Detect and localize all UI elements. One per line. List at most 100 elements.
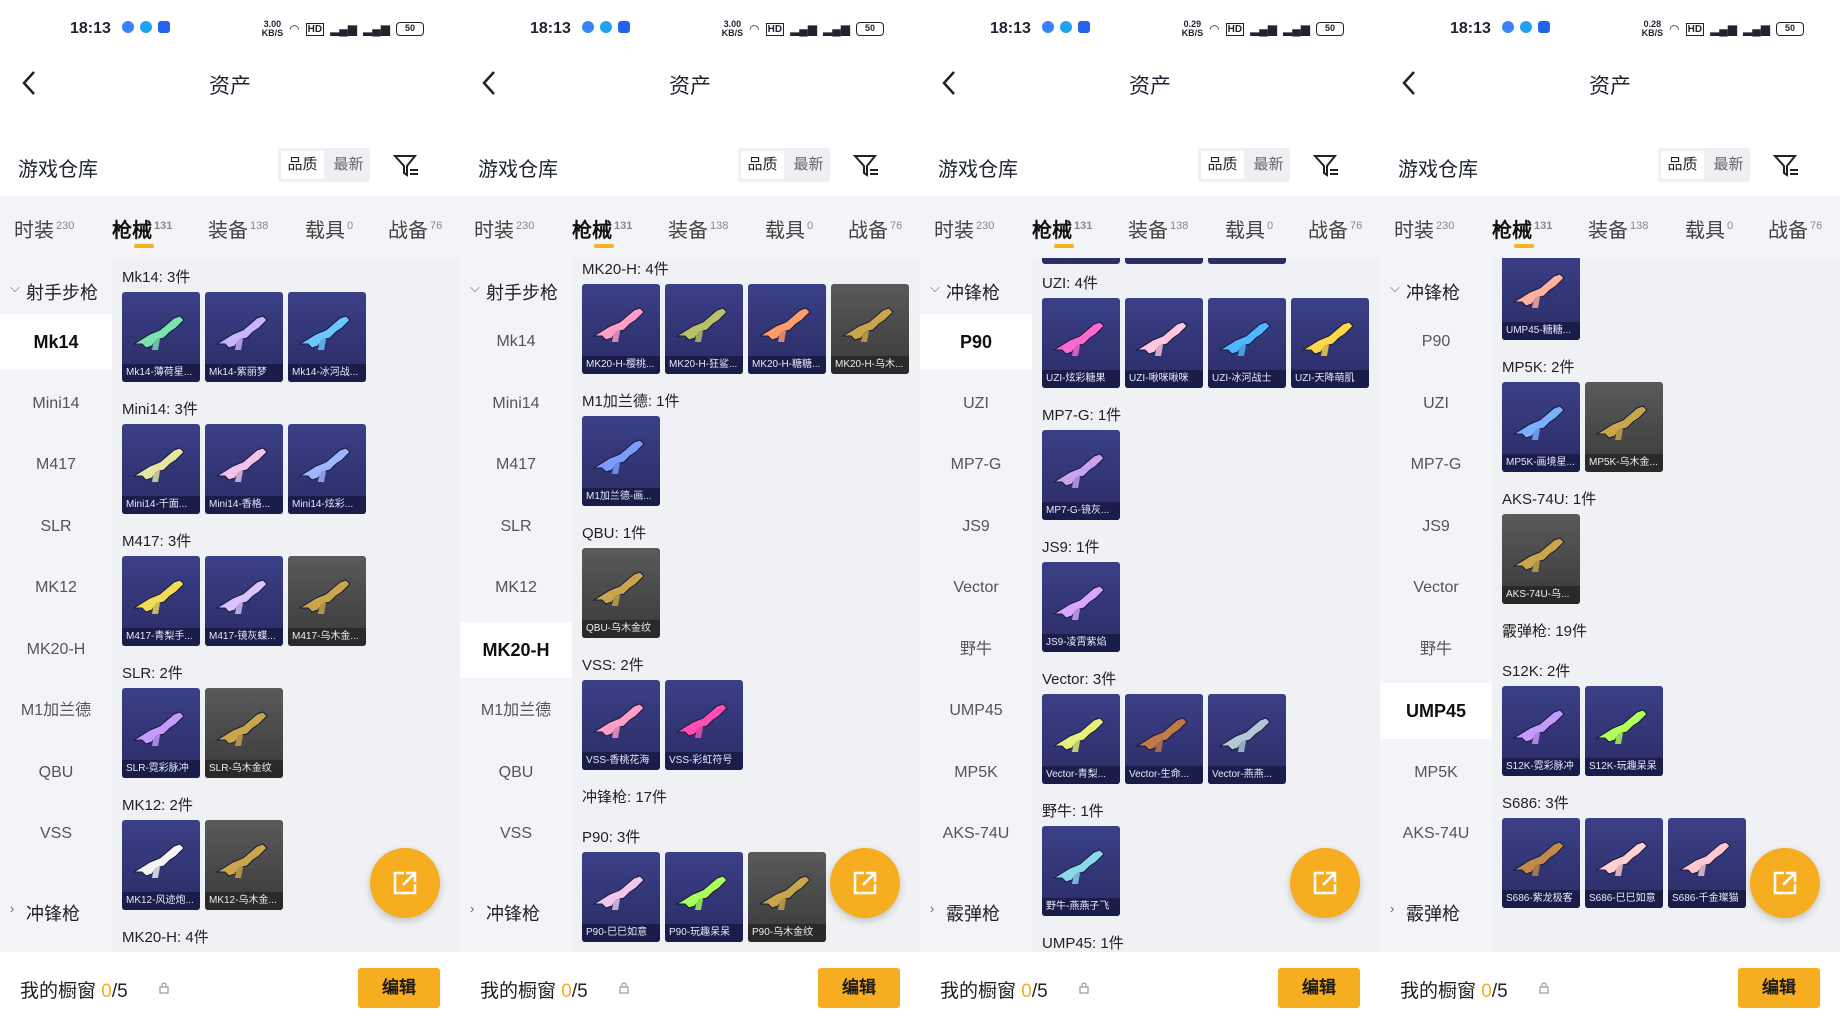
sidebar-item[interactable]: M417 <box>0 437 112 493</box>
sidebar-item[interactable]: Vector <box>920 560 1032 616</box>
weapon-card-partial[interactable] <box>1125 258 1203 264</box>
share-button[interactable] <box>830 848 900 918</box>
tab-1[interactable]: 枪械 131 <box>572 214 632 248</box>
weapon-skin-card[interactable]: UZI-天降萌肌 <box>1291 298 1369 388</box>
tab-4[interactable]: 战备 76 <box>1308 214 1362 243</box>
sidebar-item[interactable]: SLR <box>460 499 572 555</box>
edit-button[interactable]: 编辑 <box>818 968 900 1008</box>
weapon-skin-card[interactable]: P90-玩趣呆呆 <box>665 852 743 942</box>
sidebar-group-collapsed[interactable]: › 冲锋枪 <box>0 889 112 933</box>
sidebar-item[interactable]: JS9 <box>1380 499 1492 555</box>
tab-2[interactable]: 装备 138 <box>1128 214 1188 243</box>
share-button[interactable] <box>370 848 440 918</box>
sidebar-item[interactable]: Mini14 <box>0 376 112 432</box>
sidebar-item[interactable]: MP5K <box>920 745 1032 801</box>
tab-0[interactable]: 时装 230 <box>1394 214 1454 243</box>
sidebar-item[interactable]: UZI <box>920 376 1032 432</box>
sidebar-group-collapsed[interactable]: › 霰弹枪 <box>1380 889 1492 933</box>
sidebar-item[interactable]: M417 <box>460 437 572 493</box>
sidebar-item[interactable]: JS9 <box>920 499 1032 555</box>
weapon-skin-card[interactable]: M417-乌木金... <box>288 556 366 646</box>
sidebar-item[interactable]: Vector <box>1380 560 1492 616</box>
sidebar-item[interactable]: MK20-H <box>460 621 572 678</box>
sort-newest-button[interactable]: 最新 <box>1707 148 1750 182</box>
weapon-skin-card[interactable]: MP5K-画境星... <box>1502 382 1580 472</box>
sidebar-item[interactable]: AKS-74U <box>920 806 1032 862</box>
sidebar-item[interactable]: M1加兰德 <box>460 683 572 739</box>
share-button[interactable] <box>1750 848 1820 918</box>
tab-2[interactable]: 装备 138 <box>208 214 268 243</box>
sidebar-item[interactable]: P90 <box>920 314 1032 370</box>
sidebar-item[interactable]: Mini14 <box>460 376 572 432</box>
weapon-skin-card[interactable]: Vector-青梨... <box>1042 694 1120 784</box>
sidebar-item[interactable]: VSS <box>0 806 112 862</box>
weapon-skin-card[interactable]: UMP45-糖糖... <box>1502 258 1580 340</box>
sort-toggle[interactable]: 品质 最新 <box>278 148 370 182</box>
sort-quality-button[interactable]: 品质 <box>1201 151 1244 179</box>
tab-1[interactable]: 枪械 131 <box>1032 214 1092 248</box>
sidebar-item[interactable]: UMP45 <box>920 683 1032 739</box>
sidebar-item[interactable]: 野牛 <box>920 622 1032 678</box>
weapon-skin-card[interactable]: UZI-炫彩糖果 <box>1042 298 1120 388</box>
sort-toggle[interactable]: 品质 最新 <box>1198 148 1290 182</box>
sidebar-item[interactable]: 野牛 <box>1380 622 1492 678</box>
sidebar-item[interactable]: MP7-G <box>1380 437 1492 493</box>
weapon-skin-card[interactable]: M1加兰德-画... <box>582 416 660 506</box>
tab-0[interactable]: 时装 230 <box>474 214 534 243</box>
sidebar-item[interactable]: MK12 <box>460 560 572 616</box>
tab-3[interactable]: 载具 0 <box>765 214 813 243</box>
weapon-skin-card[interactable]: P90-乌木金纹 <box>748 852 826 942</box>
filter-icon[interactable] <box>392 151 420 179</box>
weapon-skin-card[interactable]: UZI-啾咪啾咪 <box>1125 298 1203 388</box>
sidebar-item[interactable]: M1加兰德 <box>0 683 112 739</box>
weapon-skin-card[interactable]: AKS-74U-乌... <box>1502 514 1580 604</box>
sidebar-item[interactable]: P90 <box>1380 314 1492 370</box>
tab-0[interactable]: 时装 230 <box>14 214 74 243</box>
filter-icon[interactable] <box>1312 151 1340 179</box>
sidebar-group-header[interactable]: ⌵ 冲锋枪 <box>1380 268 1492 312</box>
edit-button[interactable]: 编辑 <box>358 968 440 1008</box>
sidebar-item[interactable]: QBU <box>460 745 572 801</box>
weapon-skin-card[interactable]: S686-紫龙极客 <box>1502 818 1580 908</box>
weapon-skin-card[interactable]: JS9-凌霄紫焰 <box>1042 562 1120 652</box>
sidebar-item[interactable]: MK20-H <box>0 622 112 678</box>
tab-2[interactable]: 装备 138 <box>668 214 728 243</box>
sidebar-item[interactable]: MP7-G <box>920 437 1032 493</box>
sidebar-item[interactable]: VSS <box>460 806 572 862</box>
weapon-skin-card[interactable]: QBU-乌木金纹 <box>582 548 660 638</box>
sidebar-group-header[interactable]: ⌵ 冲锋枪 <box>920 268 1032 312</box>
sort-newest-button[interactable]: 最新 <box>787 148 830 182</box>
sort-quality-button[interactable]: 品质 <box>741 151 784 179</box>
weapon-skin-card[interactable]: SLR-乌木金纹 <box>205 688 283 778</box>
weapon-skin-card[interactable]: VSS-香桃花海 <box>582 680 660 770</box>
sort-newest-button[interactable]: 最新 <box>1247 148 1290 182</box>
sort-toggle[interactable]: 品质 最新 <box>1658 148 1750 182</box>
weapon-skin-card[interactable]: MK20-H-糖糖... <box>748 284 826 374</box>
share-button[interactable] <box>1290 848 1360 918</box>
sort-toggle[interactable]: 品质 最新 <box>738 148 830 182</box>
sidebar-item[interactable]: MK12 <box>0 560 112 616</box>
weapon-skin-card[interactable]: S686-巳巳如意 <box>1585 818 1663 908</box>
sidebar-group-header[interactable]: ⌵ 射手步枪 <box>0 268 112 312</box>
weapon-skin-card[interactable]: MK12-乌木金... <box>205 820 283 910</box>
tab-1[interactable]: 枪械 131 <box>112 214 172 248</box>
weapon-skin-card[interactable]: S12K-玩趣呆呆 <box>1585 686 1663 776</box>
weapon-skin-card[interactable]: Mk14-冰河战... <box>288 292 366 382</box>
sidebar-item[interactable]: AKS-74U <box>1380 806 1492 862</box>
tab-4[interactable]: 战备 76 <box>848 214 902 243</box>
sidebar-item[interactable]: Mk14 <box>0 314 112 370</box>
weapon-skin-card[interactable]: Vector-燕燕... <box>1208 694 1286 784</box>
sidebar-item[interactable]: UMP45 <box>1380 683 1492 739</box>
tab-3[interactable]: 载具 0 <box>1685 214 1733 243</box>
weapon-skin-card[interactable]: 野牛-燕燕子飞 <box>1042 826 1120 916</box>
filter-icon[interactable] <box>1772 151 1800 179</box>
tab-4[interactable]: 战备 76 <box>1768 214 1822 243</box>
weapon-skin-card[interactable]: MK20-H-乌木... <box>831 284 909 374</box>
tab-4[interactable]: 战备 76 <box>388 214 442 243</box>
weapon-skin-card[interactable]: MP5K-乌木金... <box>1585 382 1663 472</box>
weapon-skin-card[interactable]: MK20-H-狂鲨... <box>665 284 743 374</box>
sidebar-item[interactable]: SLR <box>0 499 112 555</box>
weapon-skin-card[interactable]: SLR-霓彩脉冲 <box>122 688 200 778</box>
weapon-card-partial[interactable] <box>1208 258 1286 264</box>
weapon-skin-card[interactable]: M417-青梨手... <box>122 556 200 646</box>
